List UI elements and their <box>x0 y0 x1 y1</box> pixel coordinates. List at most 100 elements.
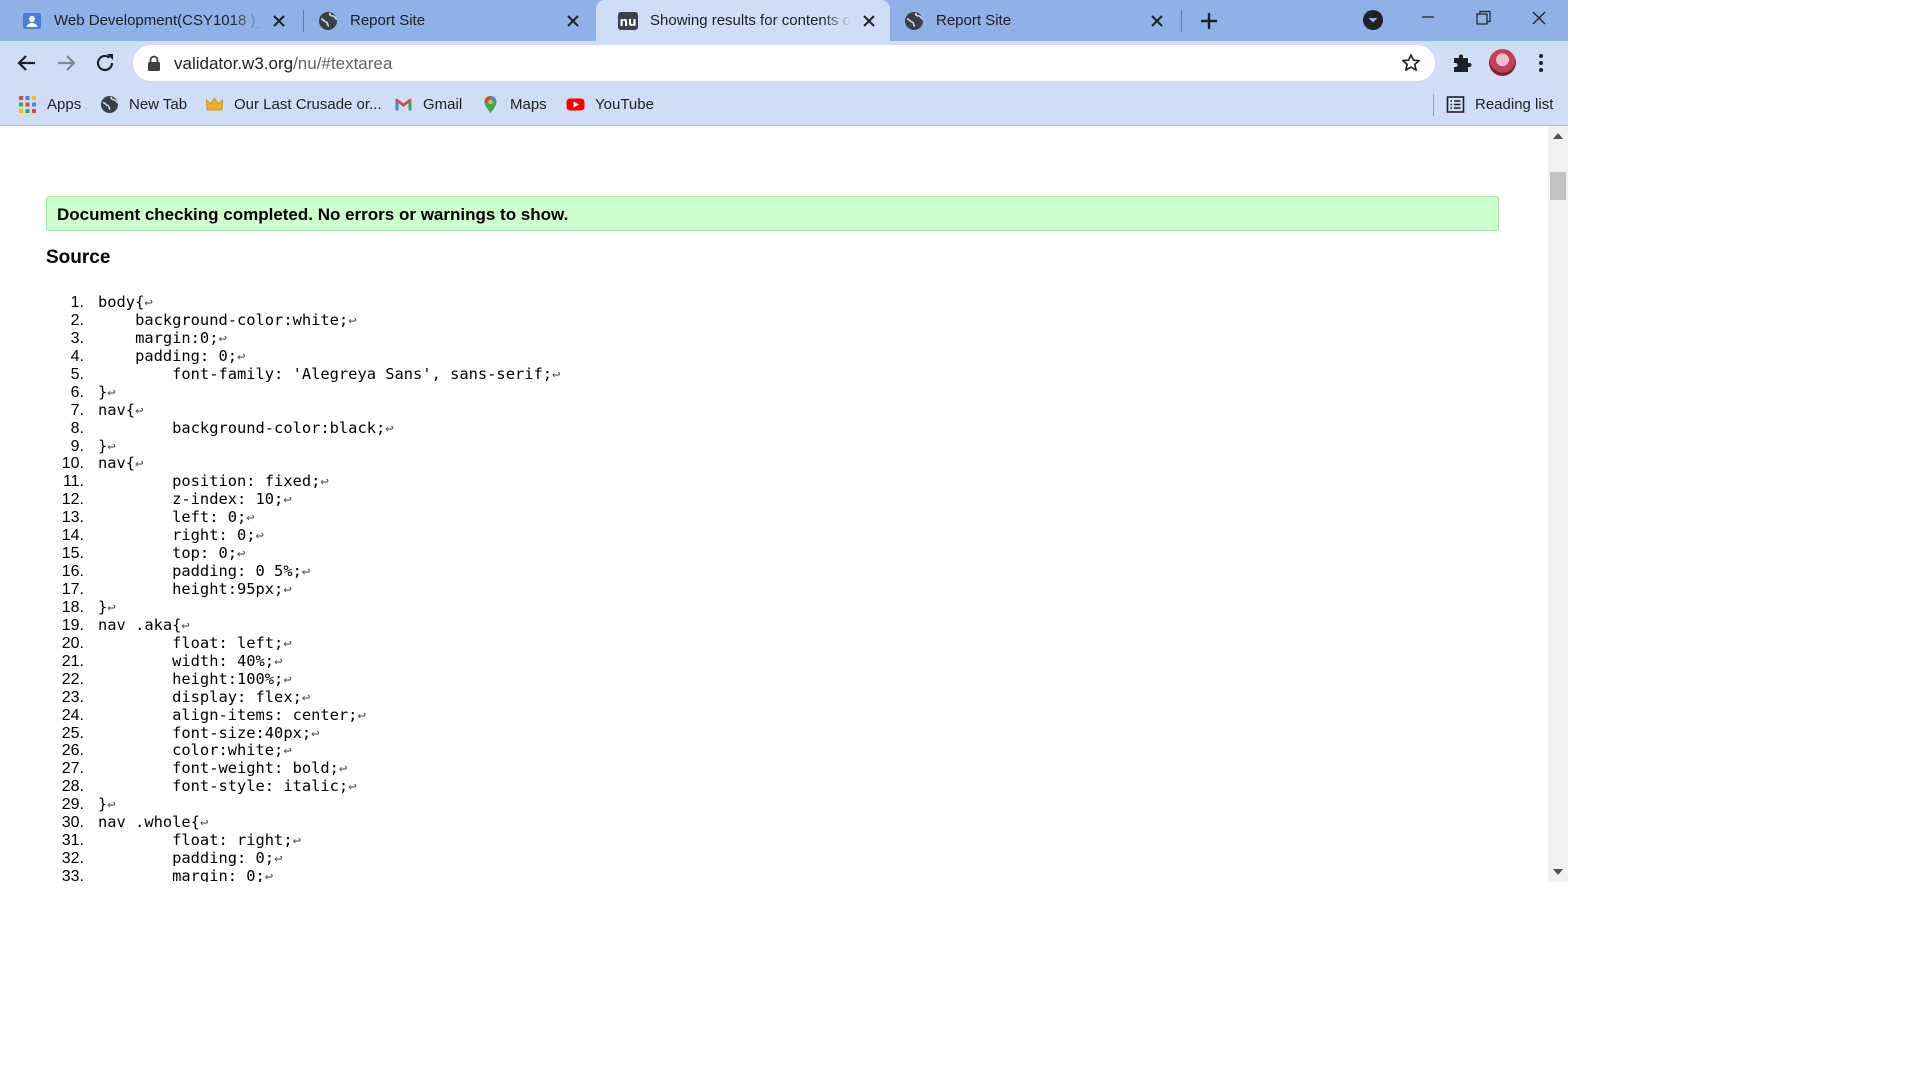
line-code: right: 0; <box>98 526 256 545</box>
line-code: position: fixed; <box>98 472 321 491</box>
close-tab-icon[interactable] <box>860 12 878 30</box>
line-number: 14. <box>61 527 84 545</box>
line-code: width: 40%; <box>98 651 275 670</box>
more-menu-icon[interactable] <box>1532 51 1550 75</box>
bookmark-label: Apps <box>47 95 82 113</box>
line-number: 8. <box>70 419 84 437</box>
line-number: 5. <box>70 365 84 383</box>
new-tab-plus-icon[interactable] <box>1196 8 1222 34</box>
forward-arrow-icon[interactable] <box>54 51 78 75</box>
scroll-up-arrow-icon[interactable] <box>1553 133 1563 139</box>
bookmark-youtube[interactable]: YouTube <box>566 93 654 115</box>
apps-grid-icon <box>19 95 36 113</box>
bookmark-star-icon[interactable] <box>1401 53 1421 73</box>
return-glyph: ↩ <box>135 402 144 419</box>
bookmarks-separator <box>1433 94 1434 116</box>
address-bar[interactable]: validator.w3.org/nu/#textarea <box>133 45 1435 81</box>
return-glyph: ↩ <box>301 689 311 706</box>
url-text[interactable]: validator.w3.org/nu/#textarea <box>174 54 392 74</box>
extensions-puzzle-icon[interactable] <box>1451 52 1473 74</box>
line-number: 33. <box>61 868 84 882</box>
page-scrollbar[interactable] <box>1548 126 1568 882</box>
line-code: float: right; <box>98 831 293 850</box>
line-code: } <box>98 597 108 616</box>
tab-search-chevron-icon[interactable] <box>1362 9 1384 31</box>
line-code: } <box>98 382 108 401</box>
page-content: Document checking completed. No errors o… <box>0 126 1548 882</box>
line-code: margin: 0; <box>98 867 265 882</box>
reload-icon[interactable] <box>93 51 117 75</box>
line-code: body{ <box>98 293 145 311</box>
line-number: 19. <box>61 616 84 634</box>
tab-report-site-1[interactable]: Report Site <box>296 0 594 41</box>
tab-report-site-2[interactable]: Report Site <box>882 0 1178 41</box>
bookmark-apps[interactable]: Apps <box>18 93 81 115</box>
bookmark-our-last-crusade[interactable]: Our Last Crusade or... <box>205 93 382 115</box>
line-number: 7. <box>70 401 84 419</box>
bookmark-label: Our Last Crusade or... <box>234 95 382 113</box>
return-glyph: ↩ <box>283 743 292 760</box>
line-code: top: 0; <box>98 544 237 563</box>
return-glyph: ↩ <box>274 851 283 868</box>
line-code: font-size:40px; <box>98 723 312 742</box>
close-window-icon[interactable] <box>1524 6 1554 34</box>
line-number: 22. <box>61 670 84 688</box>
line-number: 29. <box>61 796 84 814</box>
line-number: 21. <box>61 652 84 670</box>
line-number: 4. <box>70 347 84 365</box>
return-glyph: ↩ <box>283 492 292 509</box>
tab-title: Showing results for contents of t <box>650 12 852 29</box>
crown-icon <box>206 96 223 110</box>
minimize-icon[interactable] <box>1413 6 1443 34</box>
bookmark-gmail[interactable]: Gmail <box>394 93 462 115</box>
close-tab-icon[interactable] <box>1148 12 1166 30</box>
bookmark-new-tab[interactable]: New Tab <box>100 93 187 115</box>
line-number: 11. <box>62 473 84 491</box>
return-glyph: ↩ <box>264 869 274 882</box>
line-number: 13. <box>61 509 84 527</box>
line-code: height:100%; <box>98 669 284 688</box>
bookmark-label: Maps <box>510 95 547 113</box>
bookmark-label: New Tab <box>129 95 188 113</box>
globe-icon <box>100 95 119 113</box>
line-number: 16. <box>61 563 84 581</box>
line-number: 10. <box>61 455 84 473</box>
line-number: 1. <box>70 294 84 311</box>
return-glyph: ↩ <box>107 797 116 814</box>
scrollbar-thumb[interactable] <box>1550 172 1566 200</box>
tab-strip: Web Development(CSY1018 )_L4 Report Site… <box>0 0 1568 41</box>
scroll-down-arrow-icon[interactable] <box>1553 869 1563 875</box>
return-glyph: ↩ <box>552 366 561 383</box>
close-tab-icon[interactable] <box>564 12 582 30</box>
line-code: color:white; <box>98 741 284 760</box>
line-code: } <box>98 436 108 455</box>
line-code: float: left; <box>98 633 284 652</box>
line-number: 12. <box>61 491 84 509</box>
restore-icon[interactable] <box>1468 6 1498 34</box>
return-glyph: ↩ <box>357 707 366 724</box>
line-number: 25. <box>61 724 84 742</box>
tab-title: Report Site <box>936 12 1012 29</box>
line-number: 32. <box>61 850 84 868</box>
reading-list-button[interactable]: Reading list <box>1446 93 1553 115</box>
return-glyph: ↩ <box>292 833 302 850</box>
line-number: 28. <box>61 778 84 796</box>
line-text: margin: 0;↩ <box>98 867 274 882</box>
line-code: nav .aka{ <box>98 615 182 634</box>
return-glyph: ↩ <box>181 617 190 634</box>
tab-validator-results[interactable]: nu Showing results for contents of t <box>596 0 890 41</box>
tab-web-development[interactable]: Web Development(CSY1018 )_L4 <box>0 0 300 41</box>
bookmark-maps[interactable]: Maps <box>481 93 547 115</box>
close-tab-icon[interactable] <box>270 12 288 30</box>
maps-pin-icon <box>484 95 497 113</box>
lock-icon[interactable] <box>147 55 161 71</box>
url-path: /nu/#textarea <box>293 54 393 73</box>
bookmark-label: YouTube <box>595 95 654 113</box>
profile-avatar[interactable] <box>1489 49 1516 76</box>
tab-title: Report Site <box>350 12 426 29</box>
line-code: background-color:black; <box>98 418 386 437</box>
return-glyph: ↩ <box>348 312 357 329</box>
back-arrow-icon[interactable] <box>15 51 39 75</box>
return-glyph: ↩ <box>320 474 329 491</box>
return-glyph: ↩ <box>107 599 116 616</box>
